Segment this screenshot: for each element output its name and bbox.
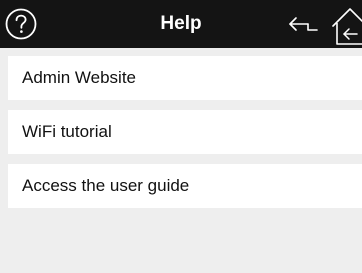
list-item-user-guide[interactable]: Access the user guide xyxy=(8,164,362,208)
top-bar: Help xyxy=(0,0,362,48)
question-circle-icon xyxy=(5,8,37,40)
home-icon xyxy=(332,8,362,45)
help-menu-list: Admin Website WiFi tutorial Access the u… xyxy=(8,56,362,218)
help-button[interactable] xyxy=(5,8,37,40)
back-button[interactable] xyxy=(287,13,319,37)
list-item-wifi-tutorial[interactable]: WiFi tutorial xyxy=(8,110,362,154)
home-button[interactable] xyxy=(331,4,362,48)
back-arrow-icon xyxy=(289,17,318,31)
list-item-admin-website[interactable]: Admin Website xyxy=(8,56,362,100)
